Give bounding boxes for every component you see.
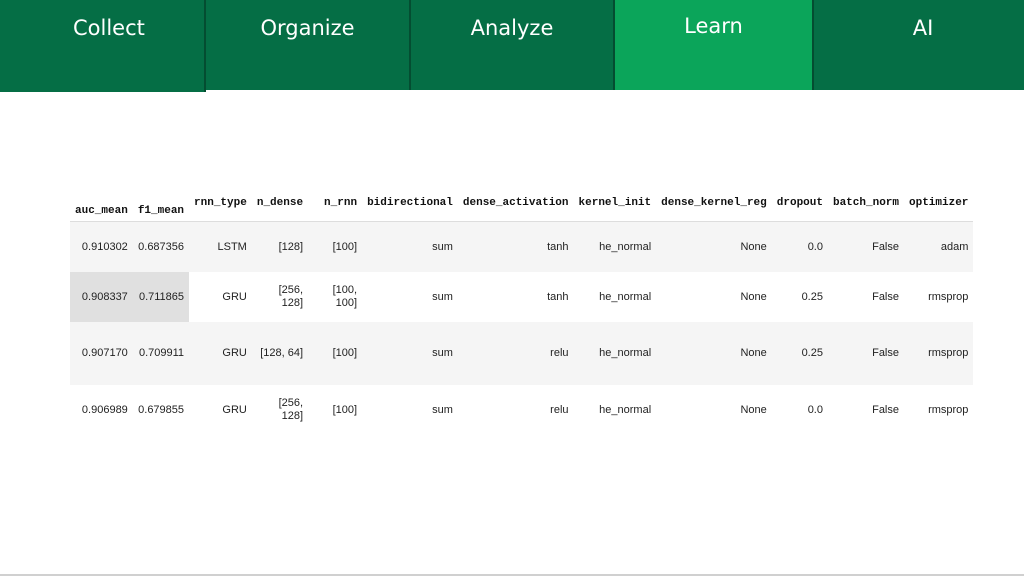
- column-header-kernel-init: kernel_init: [578, 197, 652, 209]
- cell-optimizer: rmsprop: [904, 322, 974, 385]
- cell-bidirectional: sum: [362, 322, 458, 385]
- cell-rnn-type: LSTM: [189, 221, 252, 272]
- cell-optimizer: rmsprop: [904, 385, 974, 435]
- tab-ai[interactable]: AI: [814, 0, 1024, 90]
- cell-auc-mean: 0.907170: [70, 322, 133, 385]
- cell-line: [256,: [278, 397, 304, 409]
- column-header-bidirectional: bidirectional: [367, 197, 453, 209]
- cell-line: 100]: [335, 297, 358, 309]
- tab-label: Analyze: [470, 16, 554, 40]
- cell-kernel-init: he_normal: [573, 385, 657, 435]
- cell-line: [100]: [332, 403, 358, 416]
- column-header-n-dense: n_dense: [256, 197, 304, 209]
- cell-line: 128]: [281, 410, 304, 422]
- cell-kernel-init: he_normal: [573, 322, 657, 385]
- cell-n-dense: [128, 64]: [251, 322, 309, 385]
- table-row: 0.910302 0.687356 LSTM [128] [100] sum tanh he_…: [70, 221, 974, 272]
- cell-dense-activation: tanh: [457, 221, 574, 272]
- cell-dropout: 0.0: [771, 221, 828, 272]
- cell-n-rnn: [100]: [308, 385, 363, 435]
- cell-n-rnn: [100]: [308, 221, 363, 272]
- tab-analyze[interactable]: Analyze: [411, 0, 615, 90]
- table-row: 0.906989 0.679855 GRU [256, 128] [100] sum relu…: [70, 385, 974, 435]
- cell-optimizer: adam: [904, 221, 974, 272]
- cell-f1-mean: 0.687356: [132, 221, 190, 272]
- cell-bidirectional: sum: [362, 385, 458, 435]
- cell-kernel-init: he_normal: [573, 221, 657, 272]
- cell-n-rnn: [100, 100]: [308, 272, 363, 322]
- column-header-dense-kernel-reg: dense_kernel_reg: [661, 197, 767, 209]
- cell-dense-kernel-reg: None: [656, 221, 772, 272]
- column-header-f1-mean: f1_mean: [137, 205, 185, 217]
- cell-dense-kernel-reg: None: [656, 272, 772, 322]
- cell-batch-norm: False: [827, 272, 904, 322]
- cell-rnn-type: GRU: [189, 385, 252, 435]
- tab-organize[interactable]: Organize: [206, 0, 411, 90]
- cell-line: [100]: [332, 347, 358, 359]
- cell-auc-mean: 0.910302: [70, 221, 133, 272]
- cell-line: [256,: [278, 284, 304, 296]
- cell-batch-norm: False: [827, 322, 904, 385]
- column-header-rnn-type: rnn_type: [194, 197, 247, 209]
- cell-dense-activation: relu: [457, 385, 574, 435]
- tab-label: Organize: [260, 16, 355, 40]
- column-header-n-rnn: n_rnn: [324, 197, 358, 209]
- cell-auc-mean: 0.908337: [70, 272, 133, 322]
- cell-dense-kernel-reg: None: [656, 385, 772, 435]
- tab-label: AI: [912, 16, 934, 40]
- cell-n-dense: [256, 128]: [251, 272, 309, 322]
- tab-label: Learn: [684, 14, 743, 38]
- cell-line: [128]: [278, 240, 304, 253]
- cell-f1-mean: 0.711865: [132, 272, 190, 322]
- cell-bidirectional: sum: [362, 221, 458, 272]
- tab-collect[interactable]: Collect: [0, 0, 206, 92]
- cell-line: [100]: [332, 240, 358, 253]
- table-row: 0.908337 0.711865 GRU [256, 128] [100, 100] sum…: [70, 272, 974, 322]
- column-header-batch-norm: batch_norm: [832, 197, 899, 209]
- cell-dense-activation: tanh: [457, 272, 574, 322]
- cell-rnn-type: GRU: [189, 322, 252, 385]
- results-table: auc_mean f1_mean rnn_type n_dense n_rnn …: [70, 185, 974, 435]
- cell-f1-mean: 0.679855: [132, 385, 190, 435]
- cell-bidirectional: sum: [362, 272, 458, 322]
- tab-label: Collect: [73, 16, 145, 40]
- cell-f1-mean: 0.709911: [132, 322, 190, 385]
- cell-dense-kernel-reg: None: [656, 322, 772, 385]
- cell-line: [100,: [332, 284, 358, 296]
- cell-dropout: 0.25: [771, 322, 828, 385]
- cell-n-dense: [256, 128]: [251, 385, 309, 435]
- column-header-dense-activation: dense_activation: [462, 197, 569, 209]
- column-header-auc-mean: auc_mean: [75, 205, 128, 217]
- cell-dense-activation: relu: [457, 322, 574, 385]
- cell-auc-mean: 0.906989: [70, 385, 133, 435]
- table-header-row: auc_mean f1_mean rnn_type n_dense n_rnn …: [70, 185, 974, 222]
- cell-batch-norm: False: [827, 385, 904, 435]
- cell-dropout: 0.25: [771, 272, 828, 322]
- cell-optimizer: rmsprop: [904, 272, 974, 322]
- cell-n-rnn: [100]: [308, 322, 363, 385]
- column-header-dropout: dropout: [776, 197, 823, 209]
- cell-batch-norm: False: [827, 221, 904, 272]
- tab-learn[interactable]: Learn: [615, 0, 814, 90]
- table-row: 0.907170 0.709911 GRU [128, 64] [100] sum relu…: [70, 322, 974, 385]
- top-navigation: Collect Organize Analyze Learn AI: [0, 0, 1024, 92]
- cell-rnn-type: GRU: [189, 272, 252, 322]
- cell-line: [128, 64]: [260, 347, 304, 359]
- cell-kernel-init: he_normal: [573, 272, 657, 322]
- cell-dropout: 0.0: [771, 385, 828, 435]
- column-header-optimizer: optimizer: [909, 197, 969, 209]
- cell-line: 128]: [281, 297, 304, 309]
- cell-n-dense: [128]: [251, 221, 309, 272]
